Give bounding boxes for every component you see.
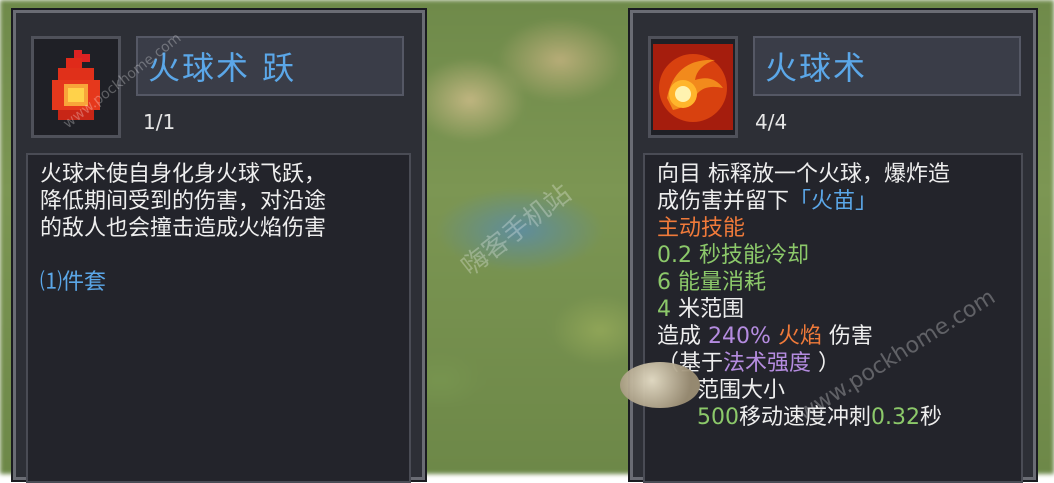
description-line: 降低期间受到的伤害，对沿途 — [40, 189, 327, 214]
ember-keyword[interactable]: 「火苗」 — [789, 189, 877, 214]
cooldown-stat: 0.2 秒技能冷却 — [657, 243, 809, 268]
set-bonus-link[interactable]: ⑴件套 — [40, 269, 397, 296]
skill-level: 4/4 — [755, 110, 788, 134]
cursor-obscuring-blob — [620, 362, 700, 408]
skill-title-box: 火球术 — [753, 36, 1021, 96]
description-line: 向目 标释放一个火球，爆炸造 — [657, 162, 950, 187]
skill-title: 火球术 — [765, 49, 868, 87]
skill-level: 1/1 — [143, 110, 176, 134]
skill-icon-frame — [648, 36, 738, 138]
description-line: 火球术使自身化身火球飞跃， — [40, 162, 327, 187]
description-line: 成伤害并留下「火苗」 — [657, 189, 878, 214]
skill-card-fireball-leap: 火球术 跃 1/1 火球术使自身化身火球飞跃， 降低期间受到的伤害，对沿途 的敌… — [13, 10, 425, 483]
scaling-stat: （基于法术强度 ） — [657, 351, 841, 376]
energy-stat: 6 能量消耗 — [657, 270, 766, 295]
skill-card-fireball: 火球术 4/4 向目 标释放一个火球，爆炸造 成伤害并留下「火苗」 主动技能 0… — [630, 10, 1036, 483]
description-line: 的敌人也会撞击造成火焰伤害 — [40, 216, 327, 241]
active-skill-tag: 主动技能 — [657, 216, 746, 241]
skill-description: 火球术使自身化身火球飞跃， 降低期间受到的伤害，对沿途 的敌人也会撞击造成火焰伤… — [26, 153, 411, 483]
fireball-swirl-icon — [653, 44, 733, 130]
